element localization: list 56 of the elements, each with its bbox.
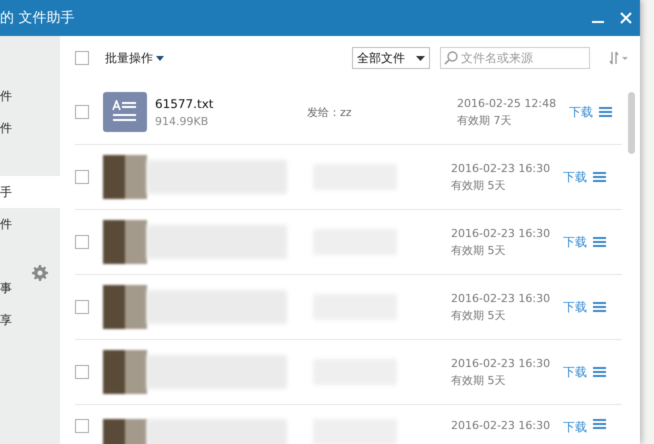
expiry: 有效期 5天 [451, 178, 506, 192]
row-checkbox[interactable] [75, 170, 89, 184]
menu-icon[interactable] [593, 302, 606, 312]
file-filter-dropdown[interactable]: 全部文件 [352, 47, 430, 69]
sidebar-item[interactable]: 件 [0, 208, 60, 240]
row-checkbox[interactable] [75, 300, 89, 314]
select-all-checkbox[interactable] [75, 51, 89, 65]
row-checkbox[interactable] [75, 419, 89, 433]
download-link[interactable]: 下载 [563, 364, 587, 380]
minimize-icon [592, 21, 604, 23]
caret-icon [156, 56, 164, 60]
sidebar-item[interactable]: 手 [0, 176, 60, 208]
expiry: 有效期 7天 [457, 112, 512, 128]
text-file-icon [103, 92, 147, 132]
menu-icon[interactable] [593, 419, 606, 429]
download-link[interactable]: 下载 [569, 104, 593, 120]
menu-icon[interactable] [593, 367, 606, 377]
row-checkbox[interactable] [75, 235, 89, 249]
blurred-thumbnail [103, 220, 147, 264]
expiry: 有效期 5天 [451, 372, 506, 388]
menu-icon[interactable] [593, 172, 606, 182]
batch-operations-button[interactable]: 批量操作 [105, 50, 164, 66]
scrollbar-thumb[interactable] [628, 92, 634, 154]
menu-icon[interactable] [593, 237, 606, 247]
close-icon [620, 12, 632, 24]
download-link[interactable]: 下载 [563, 168, 587, 186]
sent-date: 2016-02-23 16:30 [451, 162, 552, 174]
sent-date: 2016-02-23 16:30 [451, 356, 552, 370]
row-checkbox[interactable] [75, 105, 89, 119]
download-link[interactable]: 下载 [563, 298, 587, 316]
caret-icon [416, 56, 425, 60]
expiry: 有效期 5天 [451, 308, 506, 322]
search-field[interactable]: 文件名或来源 [440, 47, 590, 69]
sent-date: 2016-02-23 16:30 [451, 226, 552, 240]
download-link[interactable]: 下载 [563, 419, 587, 436]
file-name: 61577.txt [155, 96, 214, 110]
blurred-thumbnail [103, 285, 147, 329]
download-link[interactable]: 下载 [563, 234, 587, 250]
sidebar-item[interactable]: 件 [0, 112, 60, 144]
recipient: 发给：zz [306, 104, 353, 120]
row-checkbox[interactable] [75, 365, 89, 379]
sidebar-item[interactable]: 享 [0, 304, 60, 336]
sent-date: 2016-02-23 16:30 [451, 419, 552, 432]
sort-button[interactable] [608, 51, 630, 65]
search-icon [444, 51, 458, 65]
sidebar-item[interactable]: 事 [0, 272, 60, 304]
window-title: 的 文件助手 [0, 9, 76, 27]
settings-icon[interactable] [32, 265, 48, 281]
blurred-thumbnail [103, 155, 147, 199]
file-size: 914.99KB [155, 114, 210, 128]
sent-date: 2016-02-23 16:30 [451, 292, 552, 304]
sidebar-item[interactable]: 件 [0, 80, 60, 112]
blurred-thumbnail [103, 350, 147, 394]
expiry: 有效期 5天 [451, 242, 506, 258]
menu-icon[interactable] [599, 107, 612, 117]
sent-date: 2016-02-25 12:48 [457, 96, 558, 110]
